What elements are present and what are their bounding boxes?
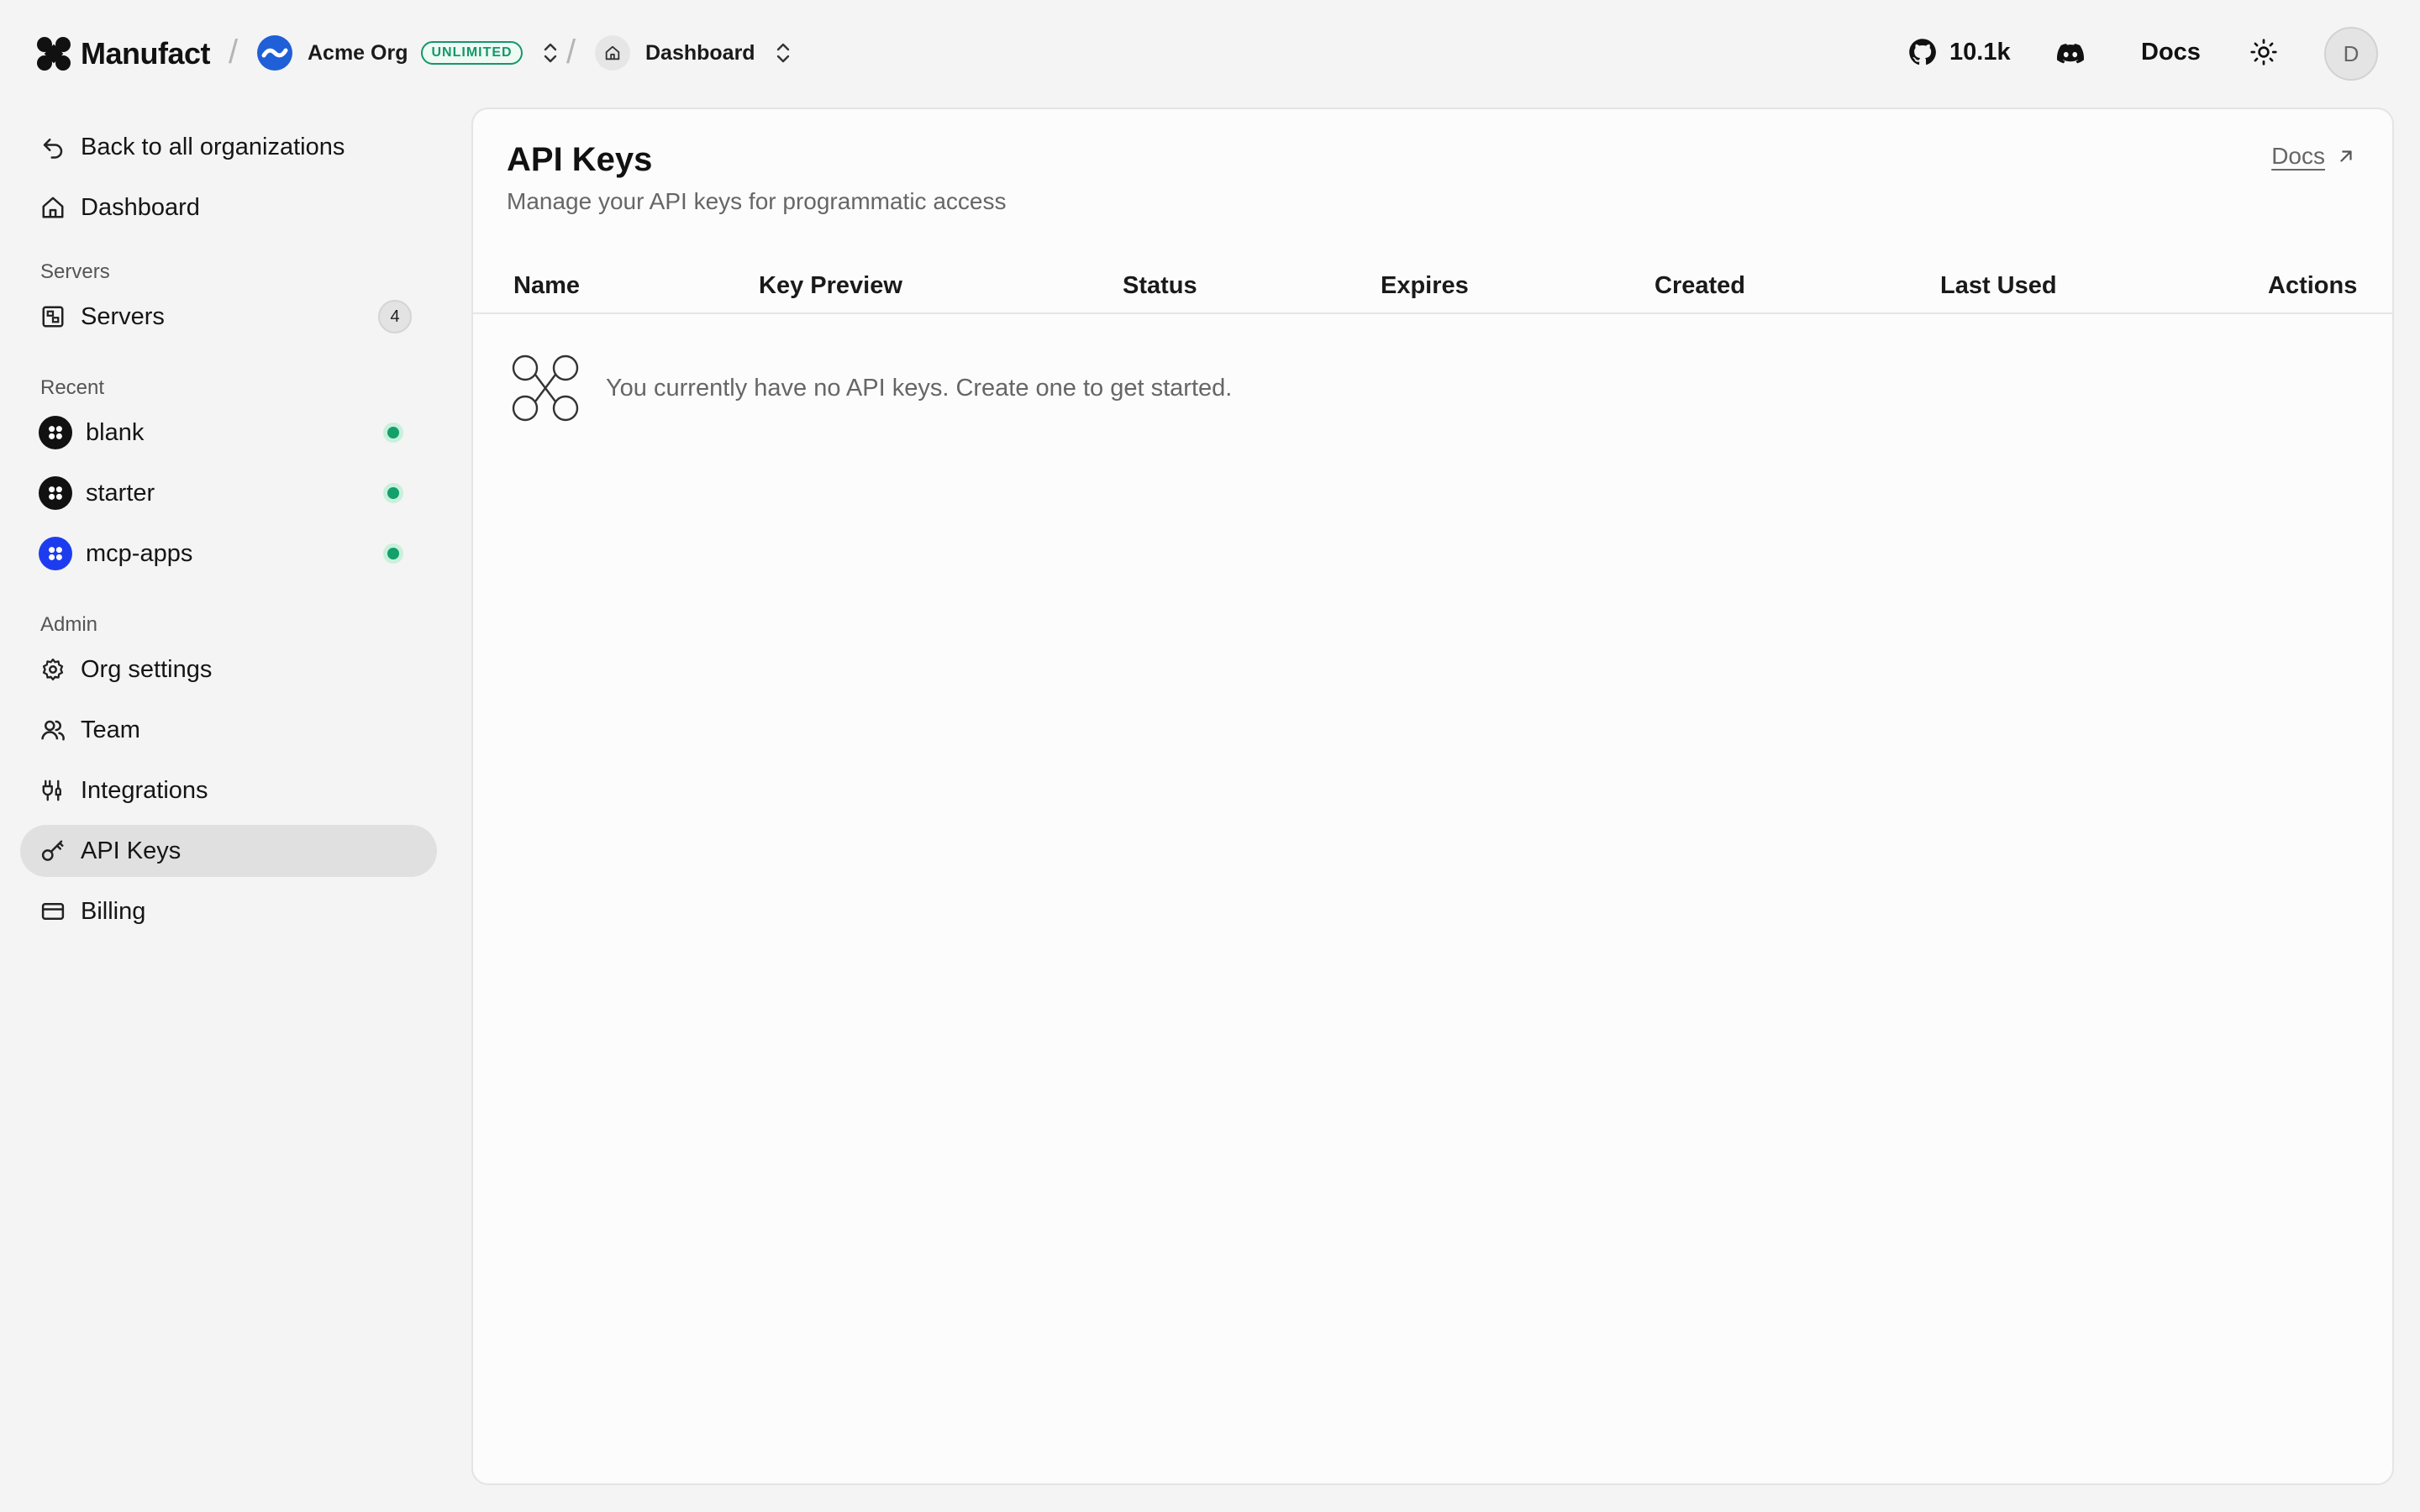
table-header-row: Name Key Preview Status Expires Created … [473,259,2392,314]
org-switcher[interactable]: Acme Org UNLIMITED [257,35,560,71]
recent-item-label: starter [86,479,155,507]
github-star-count: 10.1k [1949,38,2011,66]
sidebar: Back to all organizations Dashboard Serv… [20,118,437,937]
docs-link[interactable]: Docs [2141,39,2201,66]
docs-link-label: Docs [2271,143,2325,169]
servers-count-badge: 4 [378,300,412,333]
section-label-recent: Recent [40,376,105,399]
users-icon [39,716,67,744]
online-status-dot [383,483,403,503]
recent-item-label: mcp-apps [86,539,193,567]
org-logo-icon [261,48,288,58]
sidebar-item-team[interactable]: Team [20,704,437,756]
section-label-servers: Servers [40,260,110,283]
dashboard-switcher[interactable]: Dashboard [595,35,792,71]
org-name: Acme Org [308,40,408,65]
sidebar-item-dashboard[interactable]: Dashboard [20,181,437,234]
column-header-last-used[interactable]: Last Used [1940,272,2057,300]
brand-logo[interactable]: Manufact [35,35,211,72]
online-status-dot [383,423,403,443]
dashboard-crumb-label: Dashboard [645,40,755,65]
back-arrow-icon [39,133,67,161]
top-bar: Manufact / Acme Org UNLIMITED / Dashboar… [0,0,2420,108]
sidebar-item-label: API Keys [81,837,182,864]
back-label: Back to all organizations [81,133,345,160]
breadcrumb-separator: / [566,34,576,71]
sidebar-item-label: Org settings [81,655,213,683]
back-to-organizations-link[interactable]: Back to all organizations [20,121,437,173]
recent-item-mcp-apps[interactable]: mcp-apps [20,528,437,580]
column-header-key-preview[interactable]: Key Preview [759,272,902,300]
recent-item-blank[interactable]: blank [20,407,437,459]
column-header-actions: Actions [2268,272,2358,299]
recent-item-label: blank [86,418,145,446]
empty-state: You currently have no API keys. Create o… [510,353,1232,423]
manufact-logo-icon [37,37,71,71]
main-panel: API Keys Manage your API keys for progra… [471,108,2394,1485]
server-icon [39,302,67,331]
home-icon [595,35,630,71]
brand-name: Manufact [81,36,211,71]
column-header-created[interactable]: Created [1655,272,1745,300]
sidebar-item-label: Billing [81,897,146,925]
org-avatar [257,35,292,71]
credit-card-icon [39,897,67,926]
sidebar-item-label: Integrations [81,776,208,804]
online-status-dot [383,543,403,564]
sidebar-item-integrations[interactable]: Integrations [20,764,437,816]
page-title: API Keys [507,141,653,178]
discord-icon[interactable] [2055,39,2086,69]
gear-icon [39,655,67,684]
chevron-updown-icon[interactable] [774,40,792,66]
docs-external-link[interactable]: Docs [2271,143,2355,170]
empty-state-message: You currently have no API keys. Create o… [606,374,1233,402]
breadcrumb-separator: / [229,34,239,71]
sidebar-item-label: Dashboard [81,193,200,221]
github-stars-link[interactable]: 10.1k [1907,37,2011,67]
sun-icon[interactable] [2249,37,2279,67]
sidebar-item-label: Team [81,716,140,743]
column-header-name[interactable]: Name [513,272,580,300]
project-icon [39,416,72,449]
sidebar-item-label: Servers [81,302,165,330]
project-icon [39,537,72,570]
key-icon [39,837,67,865]
chevron-updown-icon[interactable] [541,40,560,66]
sidebar-item-org-settings[interactable]: Org settings [20,643,437,696]
external-arrow-icon [2340,150,2352,162]
sidebar-item-servers[interactable]: Servers 4 [20,291,437,343]
column-header-status[interactable]: Status [1123,272,1197,300]
home-icon [39,193,67,222]
empty-state-logo-icon [512,354,579,422]
recent-item-starter[interactable]: starter [20,467,437,519]
github-icon [1909,39,1936,66]
section-label-admin: Admin [40,613,98,636]
column-header-expires[interactable]: Expires [1381,272,1469,300]
plug-icon [39,776,67,805]
user-avatar[interactable]: D [2324,27,2378,81]
plan-badge: UNLIMITED [421,41,523,65]
project-icon [39,476,72,510]
sidebar-item-api-keys[interactable]: API Keys [20,825,437,877]
sidebar-item-billing[interactable]: Billing [20,885,437,937]
page-subtitle: Manage your API keys for programmatic ac… [507,188,1007,214]
